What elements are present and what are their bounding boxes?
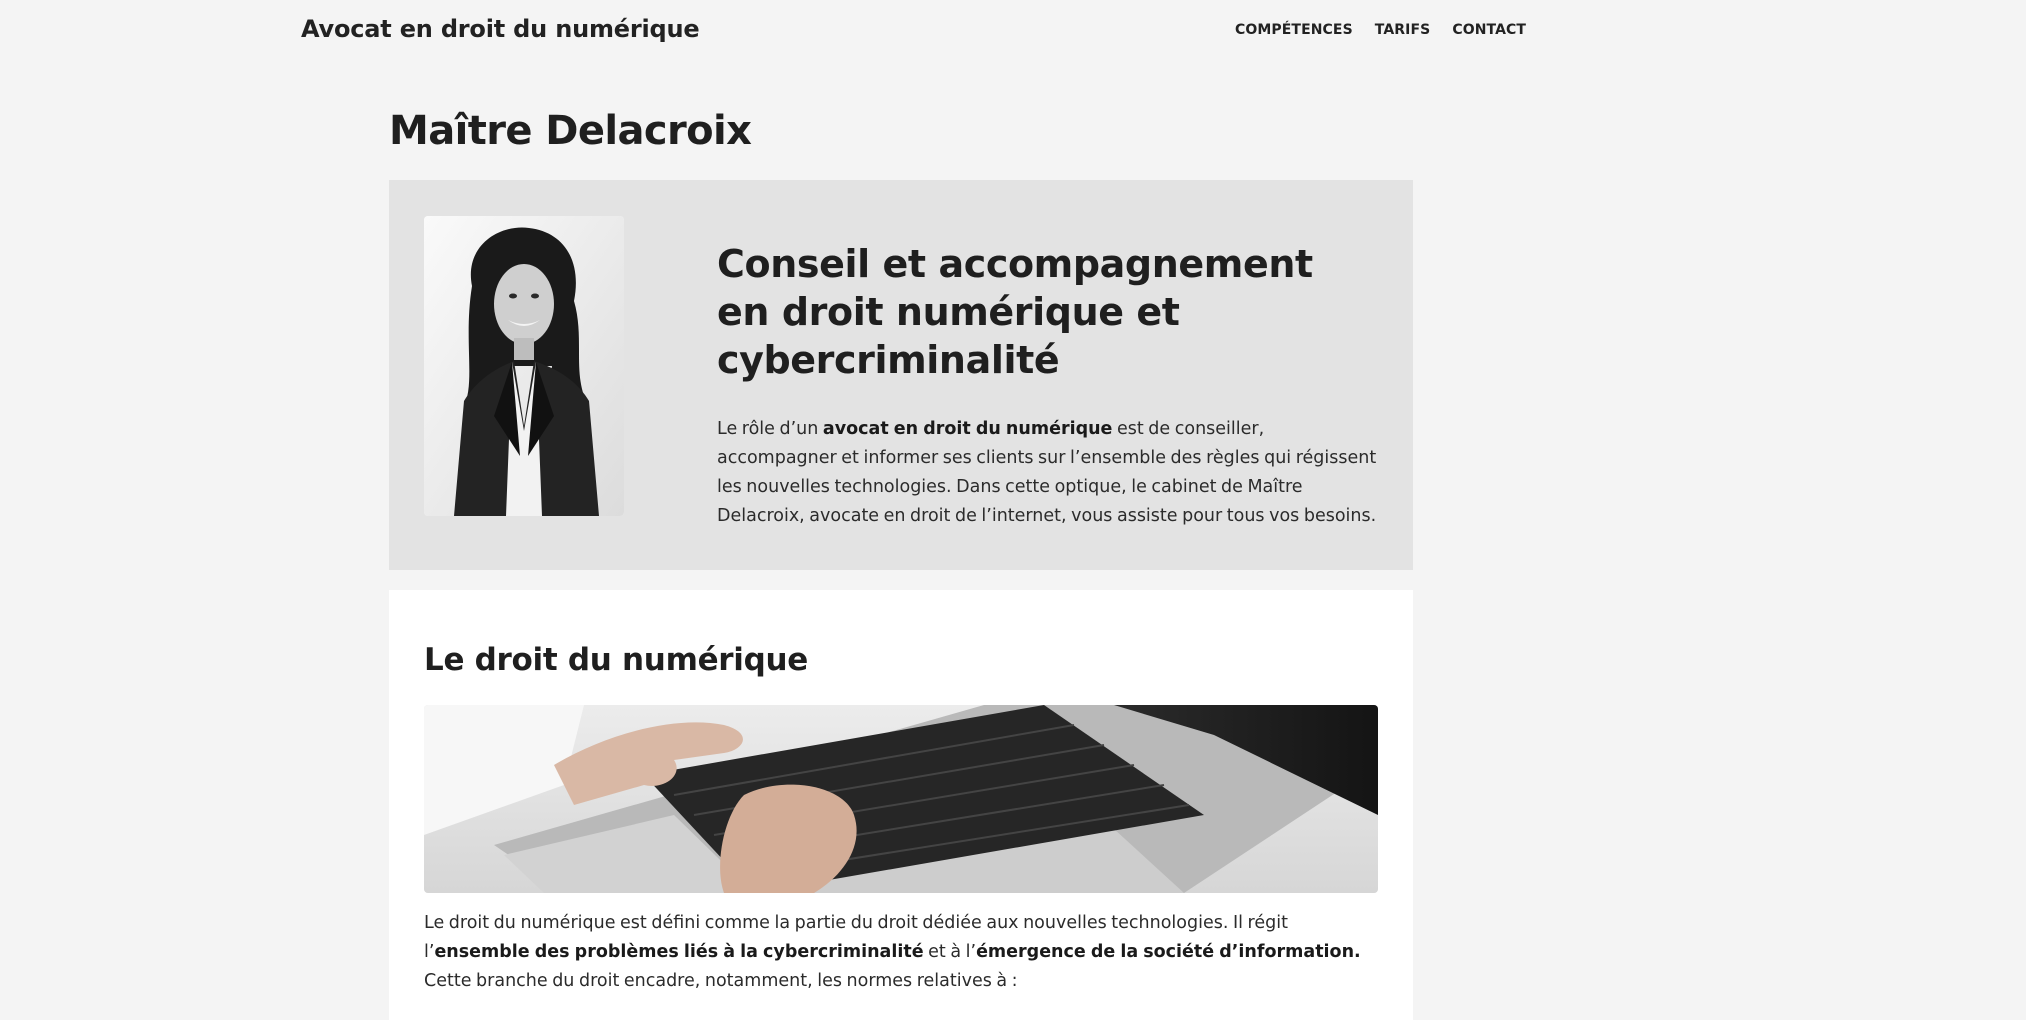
nav-link-contact[interactable]: CONTACT <box>1452 22 1526 38</box>
site-title-link[interactable]: Avocat en droit du numérique <box>301 15 700 43</box>
section-text-part2: et à l’ <box>923 942 977 962</box>
nav-link-tarifs[interactable]: TARIFS <box>1375 22 1431 38</box>
hero-text-bold: avocat en droit du numérique <box>822 419 1113 439</box>
portrait-illustration <box>424 216 624 516</box>
content-card: Le droit du numérique Le droit du numéri… <box>389 590 1413 1020</box>
site-header: Avocat en droit du numérique COMPÉTENCES… <box>0 0 2026 62</box>
page-title: Maître Delacroix <box>389 108 752 154</box>
hero-section: Conseil et accompagnement en droit numér… <box>389 180 1413 570</box>
hero-text-before: Le rôle d’un <box>717 419 823 439</box>
main-nav: COMPÉTENCES TARIFS CONTACT <box>1235 22 1526 38</box>
section-heading: Le droit du numérique <box>424 642 809 678</box>
section-paragraph: Le droit du numérique est défini comme l… <box>424 909 1384 996</box>
hero-paragraph: Le rôle d’un avocat en droit du numériqu… <box>717 415 1377 531</box>
section-text-part3: Cette branche du droit encadre, notammen… <box>424 971 1018 991</box>
hero-heading: Conseil et accompagnement en droit numér… <box>717 242 1313 382</box>
laptop-illustration <box>424 705 1378 893</box>
section-text-bold1: ensemble des problèmes liés à la cybercr… <box>434 942 924 962</box>
nav-link-competences[interactable]: COMPÉTENCES <box>1235 22 1353 38</box>
laptop-image <box>424 705 1378 893</box>
portrait-image <box>424 216 624 516</box>
section-text-bold2: émergence de la société d’information. <box>976 942 1361 962</box>
